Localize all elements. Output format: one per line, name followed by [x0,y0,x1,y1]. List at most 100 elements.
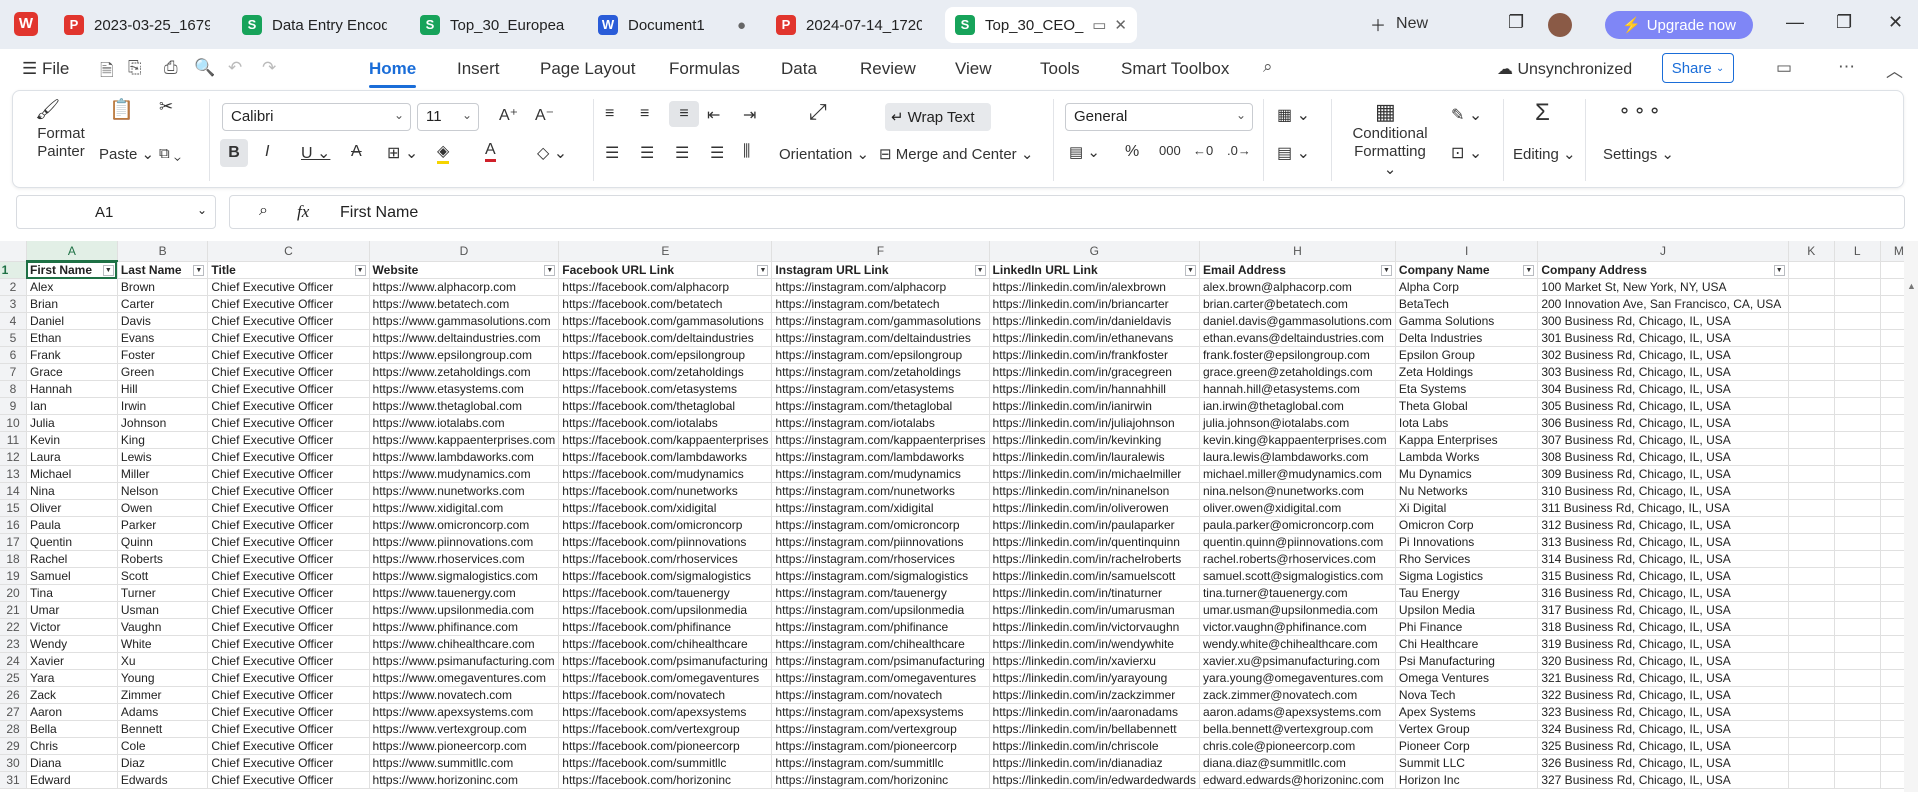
table-cell[interactable]: Chief Executive Officer [207,380,370,398]
empty-cell[interactable] [1788,414,1835,432]
empty-cell[interactable] [1834,533,1881,551]
table-cell[interactable]: Irwin [117,397,209,415]
table-cell[interactable]: https://instagram.com/horizoninc [771,771,990,789]
table-cell[interactable]: Upsilon Media [1395,601,1539,619]
row-header[interactable]: 28 [0,720,27,738]
table-cell[interactable]: https://instagram.com/epsilongroup [771,346,990,364]
table-cell[interactable]: oliver.owen@xidigital.com [1199,499,1396,517]
table-cell[interactable]: https://linkedin.com/in/quentinquinn [989,533,1200,551]
avatar[interactable] [1548,13,1572,37]
table-cell[interactable]: Ian [26,397,118,415]
table-cell[interactable]: https://instagram.com/mudynamics [771,465,990,483]
table-cell[interactable]: Yara [26,669,118,687]
table-cell[interactable]: Epsilon Group [1395,346,1539,364]
empty-cell[interactable] [1834,720,1881,738]
table-cell[interactable]: Quentin [26,533,118,551]
empty-cell[interactable] [1834,295,1881,313]
decrease-decimal-icon[interactable]: .0→ [1227,143,1251,158]
scroll-up-icon[interactable]: ▲ [1907,281,1916,291]
sync-status[interactable]: ☁ Unsynchronized [1497,59,1632,79]
table-cell[interactable]: https://facebook.com/etasystems [558,380,773,398]
align-middle-icon[interactable]: ≡ [640,105,649,123]
table-cell[interactable]: Chief Executive Officer [207,499,370,517]
empty-cell[interactable] [1834,601,1881,619]
table-cell[interactable]: brian.carter@betatech.com [1199,295,1396,313]
table-cell[interactable]: 317 Business Rd, Chicago, IL, USA [1537,601,1789,619]
table-cell[interactable]: Chief Executive Officer [207,669,370,687]
table-cell[interactable]: https://linkedin.com/in/samuelscott [989,567,1200,585]
collapse-ribbon-icon[interactable]: ︿ [1886,57,1903,82]
row-header[interactable]: 4 [0,312,27,330]
table-cell[interactable]: https://linkedin.com/in/edwardedwards [989,771,1200,789]
filter-dropdown-icon[interactable]: ▼ [1380,264,1392,276]
minimize-icon[interactable]: — [1786,12,1804,33]
empty-cell[interactable] [1788,397,1835,415]
indent-decrease-icon[interactable]: ⇤ [707,105,720,125]
column-header-j[interactable]: J [1537,241,1789,262]
table-cell[interactable]: Psi Manufacturing [1395,652,1539,670]
table-cell[interactable]: Johnson [117,414,209,432]
empty-cell[interactable] [1788,380,1835,398]
table-cell[interactable]: Chief Executive Officer [207,567,370,585]
row-header[interactable]: 2 [0,278,27,296]
table-cell[interactable]: https://facebook.com/thetaglobal [558,397,773,415]
new-tab-button[interactable]: ＋ New [1370,12,1428,36]
underline-button[interactable]: U ⌄ [301,143,330,163]
table-cell[interactable]: https://linkedin.com/in/chriscole [989,737,1200,755]
table-cell[interactable]: Grace [26,363,118,381]
table-cell[interactable]: https://linkedin.com/in/danieldavis [989,312,1200,330]
table-cell[interactable]: Chief Executive Officer [207,465,370,483]
table-cell[interactable]: Roberts [117,550,209,568]
table-cell[interactable]: https://instagram.com/thetaglobal [771,397,990,415]
wrap-text-button[interactable]: ↵ Wrap Text [885,103,991,131]
table-cell[interactable]: https://linkedin.com/in/oliverowen [989,499,1200,517]
table-cell[interactable]: https://facebook.com/sigmalogistics [558,567,773,585]
table-cell[interactable]: Tina [26,584,118,602]
table-cell[interactable]: https://instagram.com/omegaventures [771,669,990,687]
table-cell[interactable]: Chief Executive Officer [207,550,370,568]
table-cell[interactable]: chris.cole@pioneercorp.com [1199,737,1396,755]
table-cell[interactable]: Xi Digital [1395,499,1539,517]
thousands-icon[interactable]: 000 [1159,143,1181,158]
empty-cell[interactable] [1788,652,1835,670]
strikethrough-button[interactable]: A [351,143,362,161]
empty-cell[interactable] [1834,448,1881,466]
table-cell[interactable]: Victor [26,618,118,636]
table-cell[interactable]: Chief Executive Officer [207,312,370,330]
table-cell[interactable]: Edwards [117,771,209,789]
cell-style-icon[interactable]: ▤ ⌄ [1277,143,1310,163]
empty-cell[interactable] [1788,618,1835,636]
number-format-select[interactable]: General ⌄ [1065,103,1253,131]
table-cell[interactable]: https://linkedin.com/in/hannahhill [989,380,1200,398]
table-cell[interactable]: Chi Healthcare [1395,635,1539,653]
table-cell[interactable]: https://linkedin.com/in/tinaturner [989,584,1200,602]
table-cell[interactable]: King [117,431,209,449]
freeze-icon[interactable]: ⊡ ⌄ [1451,143,1482,163]
tab-doc-active[interactable]: S Top_30_CEO_Cust ▭ ✕ [945,7,1137,43]
row-header[interactable]: 13 [0,465,27,483]
table-cell[interactable]: 325 Business Rd, Chicago, IL, USA [1537,737,1789,755]
table-cell[interactable]: tina.turner@tauenergy.com [1199,584,1396,602]
table-cell[interactable]: 306 Business Rd, Chicago, IL, USA [1537,414,1789,432]
tab-doc-5[interactable]: P 2024-07-14_172092898 [766,7,932,43]
table-cell[interactable]: White [117,635,209,653]
table-cell[interactable]: Chief Executive Officer [207,652,370,670]
header-cell[interactable]: Title ▼ [207,261,370,279]
table-cell[interactable]: Hill [117,380,209,398]
table-cell[interactable]: Chief Executive Officer [207,431,370,449]
table-cell[interactable]: Rho Services [1395,550,1539,568]
spreadsheet-grid[interactable]: ABCDEFGHIJKLM 1 First Name ▼ Last Name ▼ Titl… [0,241,1918,792]
table-cell[interactable]: Scott [117,567,209,585]
clear-format-icon[interactable]: ◇ ⌄ [537,143,567,163]
header-cell[interactable]: First Name ▼ [26,261,118,279]
empty-cell[interactable] [1834,703,1881,721]
table-cell[interactable]: 307 Business Rd, Chicago, IL, USA [1537,431,1789,449]
table-cell[interactable]: diana.diaz@summitllc.com [1199,754,1396,772]
table-cell[interactable]: Sigma Logistics [1395,567,1539,585]
copy-icon[interactable]: ⧉ ⌄ [159,145,181,162]
table-cell[interactable]: Vertex Group [1395,720,1539,738]
decrease-font-icon[interactable]: A⁻ [535,105,554,125]
filter-dropdown-icon[interactable]: ▼ [974,264,986,276]
table-cell[interactable]: Phi Finance [1395,618,1539,636]
column-header-b[interactable]: B [117,241,209,262]
